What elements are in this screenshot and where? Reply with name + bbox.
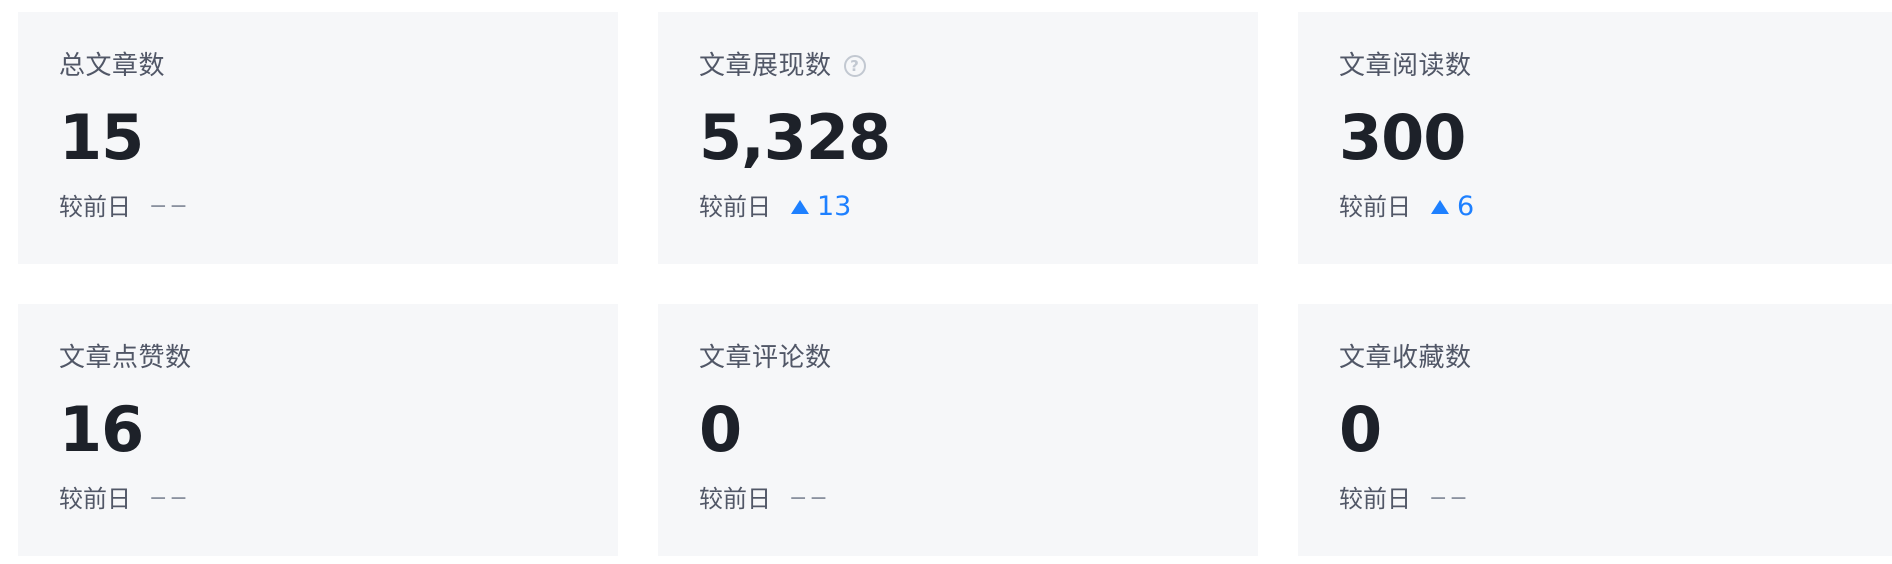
compare-label: 较前日 <box>1339 485 1411 513</box>
compare-label: 较前日 <box>699 485 771 513</box>
stat-card-article-likes: 文章点赞数 16 较前日 −− <box>18 304 618 556</box>
delta-value: 6 <box>1457 191 1475 222</box>
compare-row: 较前日 13 <box>699 191 1258 223</box>
delta-indicator: 6 <box>1431 191 1474 223</box>
stat-card-header: 总文章数 <box>59 50 618 82</box>
stat-card-total-articles: 总文章数 15 较前日 −− <box>18 12 618 264</box>
compare-label: 较前日 <box>59 485 131 513</box>
compare-row: 较前日 6 <box>1339 191 1892 223</box>
compare-row: 较前日 −− <box>59 483 618 515</box>
no-change-indicator: −− <box>789 486 830 511</box>
stat-value: 5,328 <box>699 101 891 174</box>
stat-value: 16 <box>59 393 144 466</box>
compare-label: 较前日 <box>699 193 771 221</box>
delta-value: 13 <box>817 191 852 222</box>
no-change-indicator: −− <box>149 486 190 511</box>
stat-label: 文章收藏数 <box>1339 343 1472 373</box>
compare-row: 较前日 −− <box>1339 483 1892 515</box>
no-change-indicator: −− <box>1429 486 1470 511</box>
stat-card-article-reads: 文章阅读数 300 较前日 6 <box>1298 12 1892 264</box>
stat-card-article-favorites: 文章收藏数 0 较前日 −− <box>1298 304 1892 556</box>
triangle-up-icon <box>1431 200 1449 214</box>
stat-value: 0 <box>1339 393 1382 466</box>
compare-row: 较前日 −− <box>699 483 1258 515</box>
stat-label: 文章阅读数 <box>1339 51 1472 81</box>
no-change-indicator: −− <box>149 194 190 219</box>
delta-indicator: 13 <box>791 191 851 223</box>
stat-card-header: 文章点赞数 <box>59 342 618 374</box>
stats-grid: 总文章数 15 较前日 −− 文章展现数 ? 5,328 较前日 13 文章阅读… <box>18 12 1892 556</box>
stat-card-article-impressions: 文章展现数 ? 5,328 较前日 13 <box>658 12 1258 264</box>
compare-label: 较前日 <box>59 193 131 221</box>
stat-card-article-comments: 文章评论数 0 较前日 −− <box>658 304 1258 556</box>
compare-label: 较前日 <box>1339 193 1411 221</box>
stat-card-header: 文章收藏数 <box>1339 342 1892 374</box>
question-circle-icon[interactable]: ? <box>843 55 866 77</box>
stat-label: 文章评论数 <box>699 343 832 373</box>
stat-value: 300 <box>1339 101 1466 174</box>
stat-card-header: 文章展现数 ? <box>699 50 1258 82</box>
stat-card-header: 文章阅读数 <box>1339 50 1892 82</box>
stat-label: 文章展现数 <box>699 51 832 81</box>
triangle-up-icon <box>791 200 809 214</box>
stat-value: 0 <box>699 393 742 466</box>
stat-card-header: 文章评论数 <box>699 342 1258 374</box>
compare-row: 较前日 −− <box>59 191 618 223</box>
stat-label: 文章点赞数 <box>59 343 192 373</box>
stat-label: 总文章数 <box>59 51 166 81</box>
stat-value: 15 <box>59 101 144 174</box>
